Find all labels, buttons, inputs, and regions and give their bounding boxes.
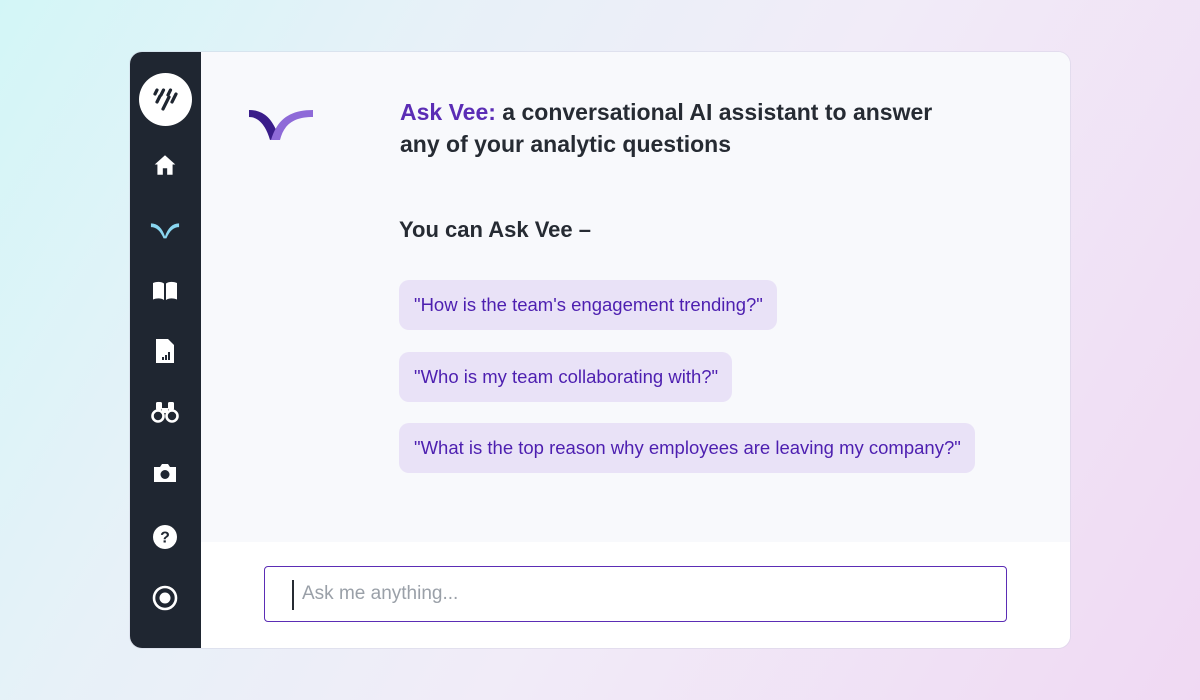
binoculars-icon	[151, 402, 179, 423]
ask-vee-logo-icon	[249, 110, 313, 140]
ask-input[interactable]: Ask me anything...	[264, 566, 1007, 622]
sidebar-item-profile[interactable]	[150, 583, 180, 613]
report-icon	[156, 339, 174, 363]
suggestions-heading: You can Ask Vee –	[399, 217, 591, 242]
suggestion-chip[interactable]: "How is the team's engagement trending?"	[399, 280, 777, 330]
ask-vee-logo	[249, 102, 313, 149]
app-logo[interactable]	[139, 73, 192, 126]
help-icon: ?	[153, 525, 177, 549]
sidebar-item-home[interactable]	[150, 150, 180, 180]
user-icon	[152, 585, 178, 611]
suggestion-chip[interactable]: "What is the top reason why employees ar…	[399, 423, 975, 473]
brand-name: Ask Vee:	[400, 99, 496, 125]
page-title: Ask Vee: a conversational AI assistant t…	[400, 96, 960, 160]
home-icon	[154, 155, 176, 175]
vee-icon	[150, 223, 180, 239]
sidebar-item-library[interactable]	[150, 276, 180, 306]
input-bar: Ask me anything...	[201, 542, 1070, 648]
sidebar-item-ask-vee[interactable]	[150, 214, 180, 244]
svg-text:?: ?	[160, 530, 170, 547]
input-placeholder: Ask me anything...	[302, 583, 459, 604]
sidebar-item-snapshot[interactable]	[150, 458, 180, 488]
sidebar-item-explore[interactable]	[150, 397, 180, 427]
camera-icon	[154, 464, 176, 482]
suggestion-chip[interactable]: "Who is my team collaborating with?"	[399, 352, 733, 402]
main-content: Ask Vee: a conversational AI assistant t…	[201, 52, 1070, 542]
logo-mark-icon	[152, 87, 178, 111]
text-caret	[292, 580, 294, 610]
app-window: ? Ask Vee: a conversational AI assistant…	[130, 52, 1070, 648]
book-icon	[153, 281, 177, 300]
sidebar-item-help[interactable]: ?	[150, 522, 180, 552]
sidebar-item-reports[interactable]	[150, 336, 180, 366]
sidebar: ?	[130, 52, 201, 648]
